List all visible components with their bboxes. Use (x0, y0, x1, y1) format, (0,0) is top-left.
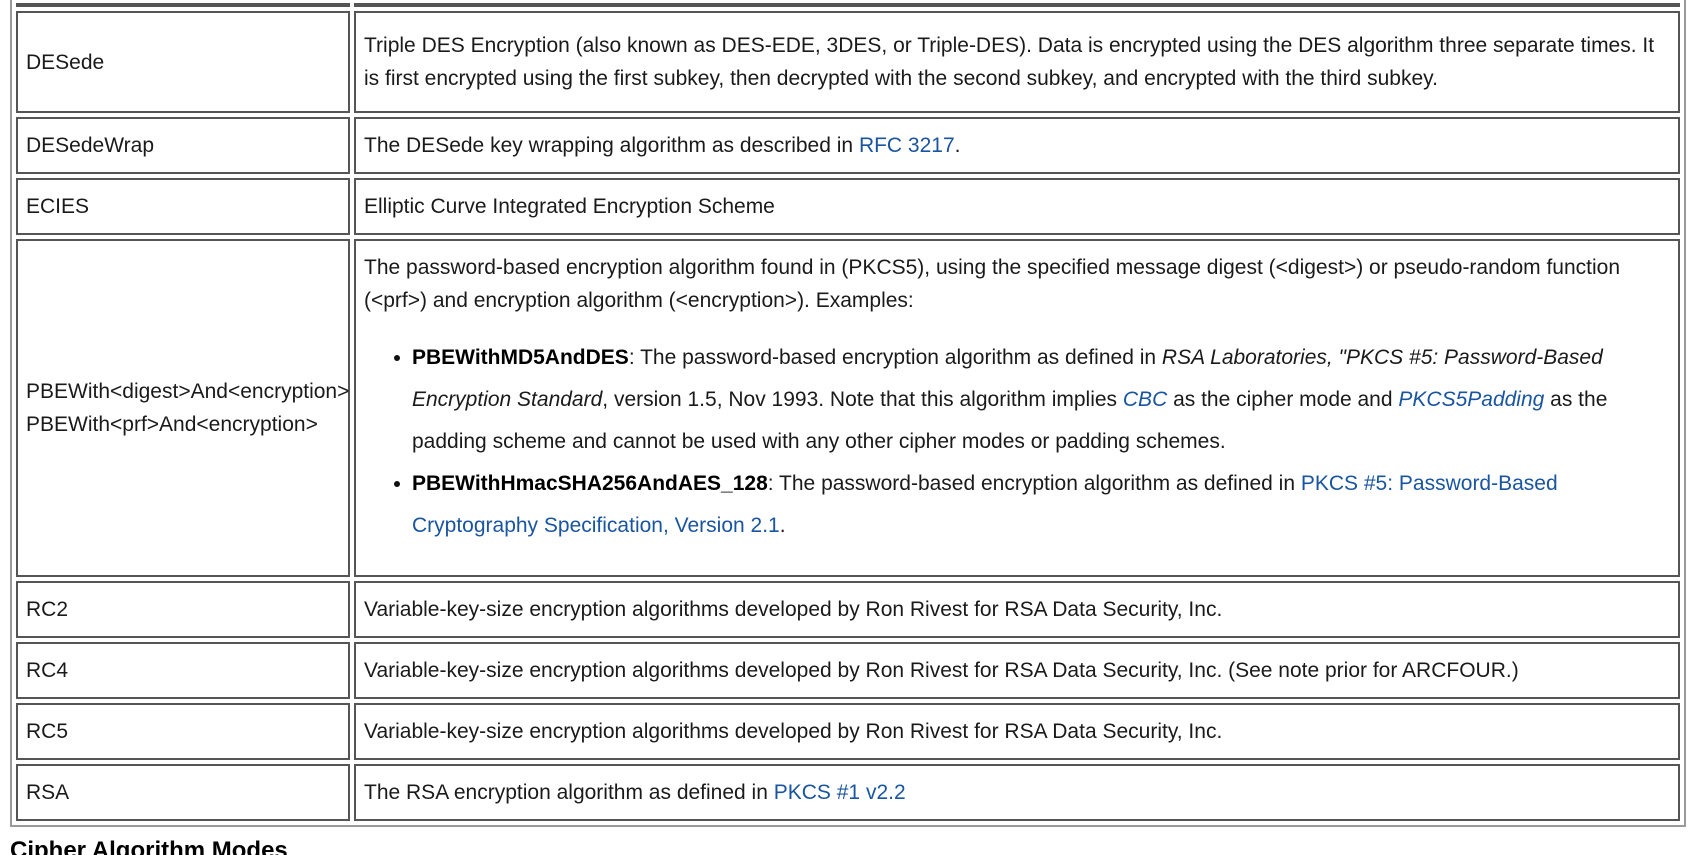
algorithm-description: Variable-key-size encryption algorithms … (354, 581, 1680, 638)
table-cell-partial (354, 3, 1680, 7)
algorithm-name: DESede (16, 11, 350, 113)
algorithm-name-line: PBEWith<prf>And<encryption> (26, 413, 318, 436)
pbe-intro-text: The password-based encryption algorithm … (364, 256, 1621, 312)
algorithm-description: Triple DES Encryption (also known as DES… (354, 11, 1680, 113)
algorithm-description: The RSA encryption algorithm as defined … (354, 764, 1680, 821)
example-text: : The password-based encryption algorith… (628, 346, 1162, 369)
example-text: as the cipher mode and (1167, 388, 1399, 411)
algorithm-description: Variable-key-size encryption algorithms … (354, 703, 1680, 760)
algorithm-description: Elliptic Curve Integrated Encryption Sch… (354, 178, 1680, 235)
algorithm-name: PBEWith<digest>And<encryption> PBEWith<p… (16, 239, 350, 577)
rfc-3217-link[interactable]: RFC 3217 (859, 134, 955, 157)
algorithm-name: RC5 (16, 703, 350, 760)
algorithm-name: RC4 (16, 642, 350, 699)
table-row-desede: DESede Triple DES Encryption (also known… (16, 11, 1680, 113)
description-text: The RSA encryption algorithm as defined … (364, 781, 774, 804)
table-row-ecies: ECIES Elliptic Curve Integrated Encrypti… (16, 178, 1680, 235)
cipher-algorithm-table: DESede Triple DES Encryption (also known… (10, 0, 1686, 827)
table-row-pbewith: PBEWith<digest>And<encryption> PBEWith<p… (16, 239, 1680, 577)
table-row-rc4: RC4 Variable-key-size encryption algorit… (16, 642, 1680, 699)
table-row-rc2: RC2 Variable-key-size encryption algorit… (16, 581, 1680, 638)
section-heading: Cipher Algorithm Modes (10, 837, 288, 855)
algorithm-description: The password-based encryption algorithm … (354, 239, 1680, 577)
algorithm-name-line: PBEWith<digest>And<encryption> (26, 380, 350, 403)
list-item: PBEWithHmacSHA256AndAES_128: The passwor… (392, 463, 1670, 547)
algorithm-table-container: DESede Triple DES Encryption (also known… (10, 0, 1686, 827)
example-text: . (779, 514, 786, 537)
example-term: PBEWithHmacSHA256AndAES_128 (412, 472, 768, 495)
algorithm-name: ECIES (16, 178, 350, 235)
example-text: , version 1.5, Nov 1993. Note that this … (602, 388, 1123, 411)
example-text: : The password-based encryption algorith… (767, 472, 1301, 495)
algorithm-description: Variable-key-size encryption algorithms … (354, 642, 1680, 699)
cbc-link[interactable]: CBC (1123, 388, 1167, 411)
description-text: The DESede key wrapping algorithm as des… (364, 134, 859, 157)
table-row-desedewrap: DESedeWrap The DESede key wrapping algor… (16, 117, 1680, 174)
algorithm-name: RSA (16, 764, 350, 821)
pkcs1-link[interactable]: PKCS #1 v2.2 (774, 781, 906, 804)
table-row-partial (16, 3, 1680, 7)
pkcs5padding-link[interactable]: PKCS5Padding (1398, 388, 1544, 411)
example-term: PBEWithMD5AndDES (412, 346, 629, 369)
algorithm-name: DESedeWrap (16, 117, 350, 174)
algorithm-description: The DESede key wrapping algorithm as des… (354, 117, 1680, 174)
examples-list: PBEWithMD5AndDES: The password-based enc… (364, 337, 1670, 547)
table-row-rsa: RSA The RSA encryption algorithm as defi… (16, 764, 1680, 821)
list-item: PBEWithMD5AndDES: The password-based enc… (392, 337, 1670, 463)
table-row-rc5: RC5 Variable-key-size encryption algorit… (16, 703, 1680, 760)
description-text: . (954, 134, 961, 157)
algorithm-name: RC2 (16, 581, 350, 638)
table-cell-partial (16, 3, 350, 7)
